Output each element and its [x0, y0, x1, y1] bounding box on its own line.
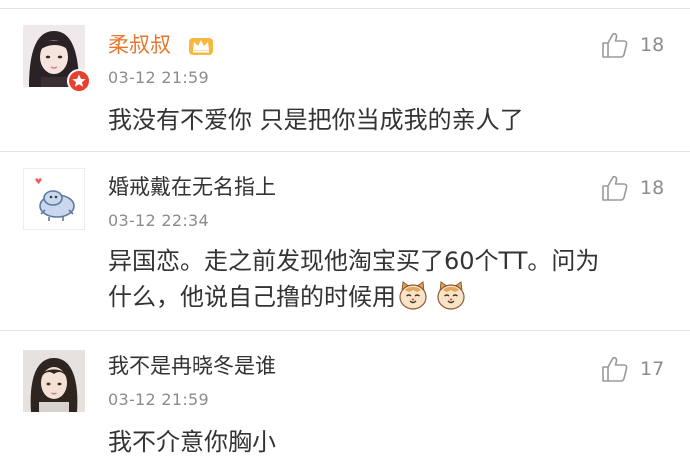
comment-text-fragment: 什么，他说自己撸的时候用 [108, 283, 396, 311]
crown-icon [189, 38, 213, 55]
comment-time: 03-12 22:34 [108, 211, 209, 230]
like-count: 18 [640, 177, 665, 199]
thumbs-up-icon [602, 356, 628, 382]
comment-item: 柔叔叔 03-12 21:59 我没有不爱你 只是把你当成我的亲人了 18 [0, 12, 690, 152]
avatar[interactable] [23, 25, 91, 93]
comment-divider [0, 151, 690, 152]
comment-text: 异国恋。走之前发现他淘宝买了60个TT。问为 什么，他说自己撸的时候用 [108, 243, 678, 315]
avatar[interactable] [23, 168, 85, 230]
verified-star-badge [67, 69, 91, 93]
like-button[interactable]: 18 [600, 173, 680, 203]
comment-time: 03-12 21:59 [108, 68, 209, 87]
username[interactable]: 柔叔叔 [108, 32, 171, 58]
comment-divider [0, 330, 690, 331]
comment-text-line: 什么，他说自己撸的时候用 [108, 279, 678, 315]
like-button[interactable]: 18 [600, 30, 680, 60]
comment-text: 我不介意你胸小 [108, 428, 276, 456]
top-divider [0, 8, 690, 9]
avatar[interactable] [23, 350, 85, 412]
like-button[interactable]: 17 [600, 354, 680, 384]
cartoon-bird-avatar [23, 168, 85, 230]
cat-face-emoji [437, 281, 465, 310]
comment-time: 03-12 21:59 [108, 390, 209, 409]
like-count: 18 [640, 34, 665, 56]
thumbs-up-icon [602, 32, 628, 58]
username[interactable]: 我不是冉晓冬是谁 [108, 353, 276, 379]
thumbs-up-icon [602, 175, 628, 201]
comment-item: 我不是冉晓冬是谁 03-12 21:59 我不介意你胸小 17 [0, 332, 690, 476]
comment-text-line: 异国恋。走之前发现他淘宝买了60个TT。问为 [108, 247, 600, 275]
comment-item: 婚戒戴在无名指上 03-12 22:34 异国恋。走之前发现他淘宝买了60个TT… [0, 153, 690, 331]
comment-text: 我没有不爱你 只是把你当成我的亲人了 [108, 106, 524, 134]
like-count: 17 [640, 358, 665, 380]
username[interactable]: 婚戒戴在无名指上 [108, 174, 276, 200]
girl-photo-avatar [23, 350, 85, 412]
cat-face-emoji [399, 281, 427, 310]
